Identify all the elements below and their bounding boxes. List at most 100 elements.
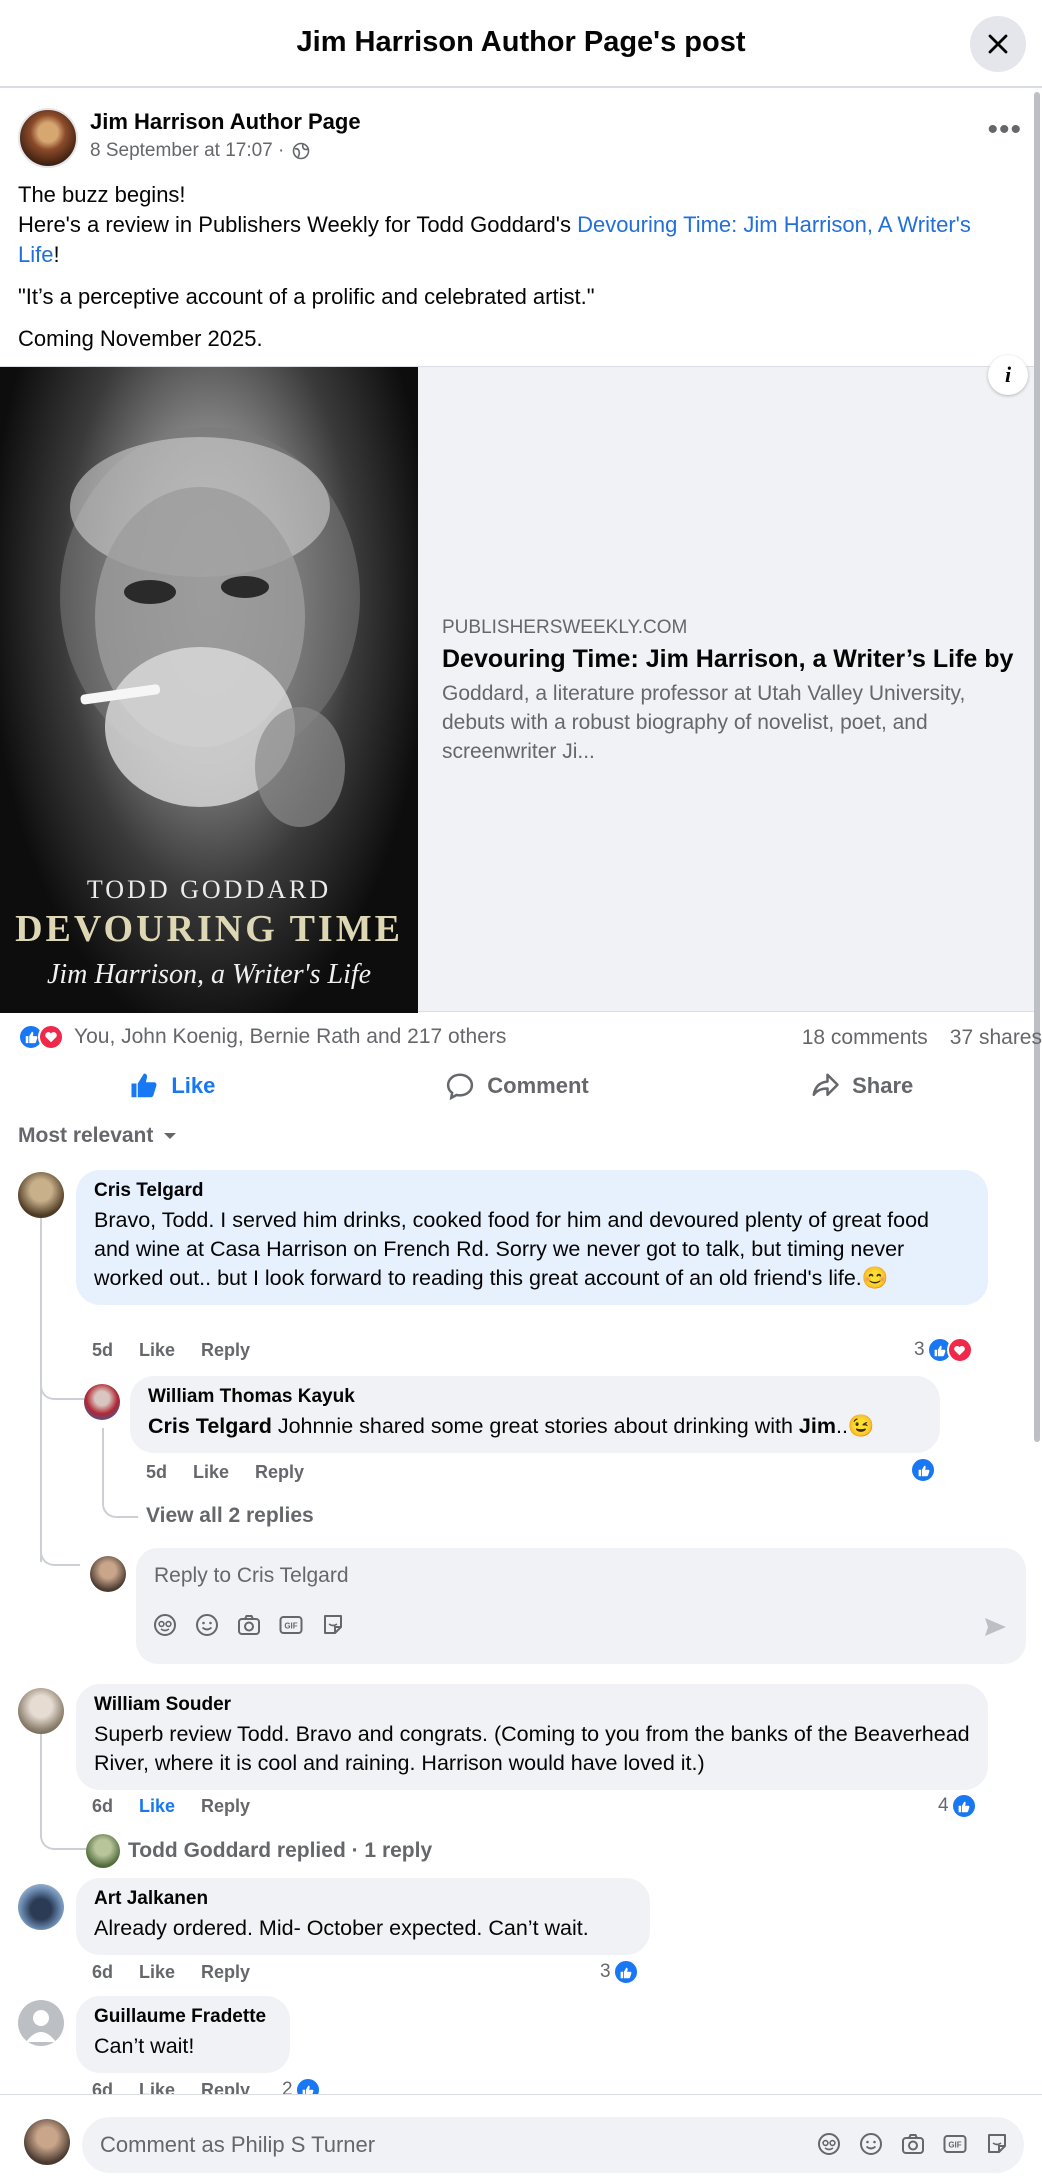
sort-dropdown[interactable]: Most relevant [18,1124,177,1148]
current-user-avatar[interactable] [24,2119,70,2165]
book-cover-image[interactable]: TODD GODDARD DEVOURING TIME Jim Harrison… [0,367,418,1013]
comment-composer: Comment as Philip S Turner GIF [0,2094,1042,2178]
page-avatar[interactable] [18,108,78,168]
cover-author: TODD GODDARD [86,875,332,904]
comment-age[interactable]: 5d [146,1462,167,1483]
post-quote: "It’s a perceptive account of a prolific… [18,284,595,309]
comment-placeholder: Comment as Philip S Turner [100,2132,376,2157]
comment-like-button[interactable]: Like [139,1962,175,1983]
reply-input[interactable]: Reply to Cris Telgard GIF [136,1548,1026,1664]
comment-bubble: William Souder Superb review Todd. Bravo… [76,1684,988,1790]
comment-reply-button[interactable]: Reply [201,1796,250,1817]
replies-summary[interactable]: Todd Goddard replied · 1 reply [86,1834,433,1868]
camera-icon[interactable] [236,1612,262,1638]
avatar[interactable] [90,1556,126,1592]
comment-author[interactable]: Cris Telgard [94,1180,970,1202]
thread-curve [40,1540,80,1566]
view-all-replies[interactable]: View all 2 replies [146,1504,314,1528]
share-button[interactable]: Share [689,1060,1034,1112]
comment-text: Already ordered. Mid- October expected. … [94,1916,589,1940]
send-icon[interactable] [982,1614,1008,1645]
thread-curve [102,1476,138,1518]
gif-icon[interactable]: GIF [942,2131,968,2157]
preview-title[interactable]: Devouring Time: Jim Harrison, a Writer’s… [442,645,1022,674]
camera-icon[interactable] [900,2131,926,2157]
like-reaction-icon [910,1457,936,1483]
comment-text: Cris Telgard Johnnie shared some great s… [148,1414,875,1438]
shares-count[interactable]: 37 shares [950,1026,1042,1050]
comment-bubble: Guillaume Fradette Can’t wait! [76,1996,290,2073]
comment-age[interactable]: 5d [92,1340,113,1361]
thread-line [40,1734,42,1804]
cover-subtitle: Jim Harrison, a Writer's Life [46,959,372,990]
avatar[interactable] [84,1384,120,1420]
comment-author[interactable]: Guillaume Fradette [94,2006,272,2028]
preview-description: Goddard, a literature professor at Utah … [442,682,966,763]
comment-author[interactable]: William Thomas Kayuk [148,1386,922,1408]
post-timestamp[interactable]: 8 September at 17:07 · [90,140,284,162]
comments-count[interactable]: 18 comments [802,1026,928,1050]
emoji-icon[interactable] [194,1612,220,1638]
reply-placeholder: Reply to Cris Telgard [154,1564,349,1587]
comment-text: Superb review Todd. Bravo and congrats. … [94,1722,970,1775]
comment-input[interactable]: Comment as Philip S Turner GIF [82,2117,1024,2173]
comment-author[interactable]: Art Jalkanen [94,1888,632,1910]
like-button[interactable]: Like [0,1060,345,1112]
avatar[interactable] [18,1688,64,1734]
reactors-text: You, John Koenig, Bernie Rath and 217 ot… [74,1025,507,1048]
comment-meta: 5d Like Reply [92,1340,250,1361]
comment-reactions[interactable]: 3 [600,1959,639,1985]
svg-text:GIF: GIF [284,1622,297,1631]
like-reaction-icon [612,1959,639,1985]
comment-reply-button[interactable]: Reply [201,1340,250,1361]
scrollbar[interactable] [1034,92,1040,1442]
mention-link[interactable]: Cris Telgard [148,1414,272,1438]
reply-tools: GIF [152,1612,346,1638]
comment-like-button[interactable]: Like [139,1340,175,1361]
close-icon [988,34,1008,54]
avatar-sticker-icon[interactable] [816,2131,842,2157]
gif-icon[interactable]: GIF [278,1612,304,1638]
svg-text:GIF: GIF [948,2141,961,2150]
love-reaction-icon [946,1337,973,1363]
comment-age[interactable]: 6d [92,1796,113,1817]
comment-reactions[interactable]: 4 [938,1793,977,1819]
avatar[interactable] [18,2000,64,2046]
comment-reply-button[interactable]: Reply [201,1962,250,1983]
thumbs-up-icon [131,1073,157,1098]
comment-meta: 5d Like Reply [146,1462,304,1483]
more-options-icon[interactable]: ••• [987,115,1022,145]
modal-title: Jim Harrison Author Page's post [296,26,746,58]
cover-title: DEVOURING TIME [15,908,403,950]
avatar [86,1834,120,1868]
close-button[interactable] [970,16,1026,72]
preview-domain: PUBLISHERSWEEKLY.COM [442,617,688,638]
sticker-icon[interactable] [984,2131,1010,2157]
comment-reactions[interactable]: 3 [914,1337,973,1363]
comment-button[interactable]: Comment [345,1060,690,1112]
comment-icon [447,1073,474,1101]
info-icon[interactable]: i [988,355,1028,395]
avatar-sticker-icon[interactable] [152,1612,178,1638]
comment-text: Can’t wait! [94,2034,195,2058]
reaction-summary[interactable]: You, John Koenig, Bernie Rath and 217 ot… [18,1024,506,1050]
comment-like-button[interactable]: Like [193,1462,229,1483]
default-avatar-icon [26,2010,56,2042]
avatar[interactable] [18,1172,64,1218]
globe-icon [293,142,310,160]
comment-like-button[interactable]: Like [139,1796,175,1817]
avatar[interactable] [18,1884,64,1930]
comment-age[interactable]: 6d [92,1962,113,1983]
comment-author[interactable]: William Souder [94,1694,970,1716]
sort-label: Most relevant [18,1124,154,1147]
composer-tools: GIF [816,2131,1010,2157]
todd-replied-text: Todd Goddard replied · 1 reply [128,1839,433,1862]
post-actions: Like Comment Share [0,1060,1034,1112]
sticker-icon[interactable] [320,1612,346,1638]
thread-curve [40,1378,84,1400]
post-author[interactable]: Jim Harrison Author Page [90,109,361,135]
link-preview[interactable]: TODD GODDARD DEVOURING TIME Jim Harrison… [0,355,1034,1013]
comment-reply-button[interactable]: Reply [255,1462,304,1483]
emoji-icon[interactable] [858,2131,884,2157]
comment-reactions[interactable] [910,1457,936,1483]
